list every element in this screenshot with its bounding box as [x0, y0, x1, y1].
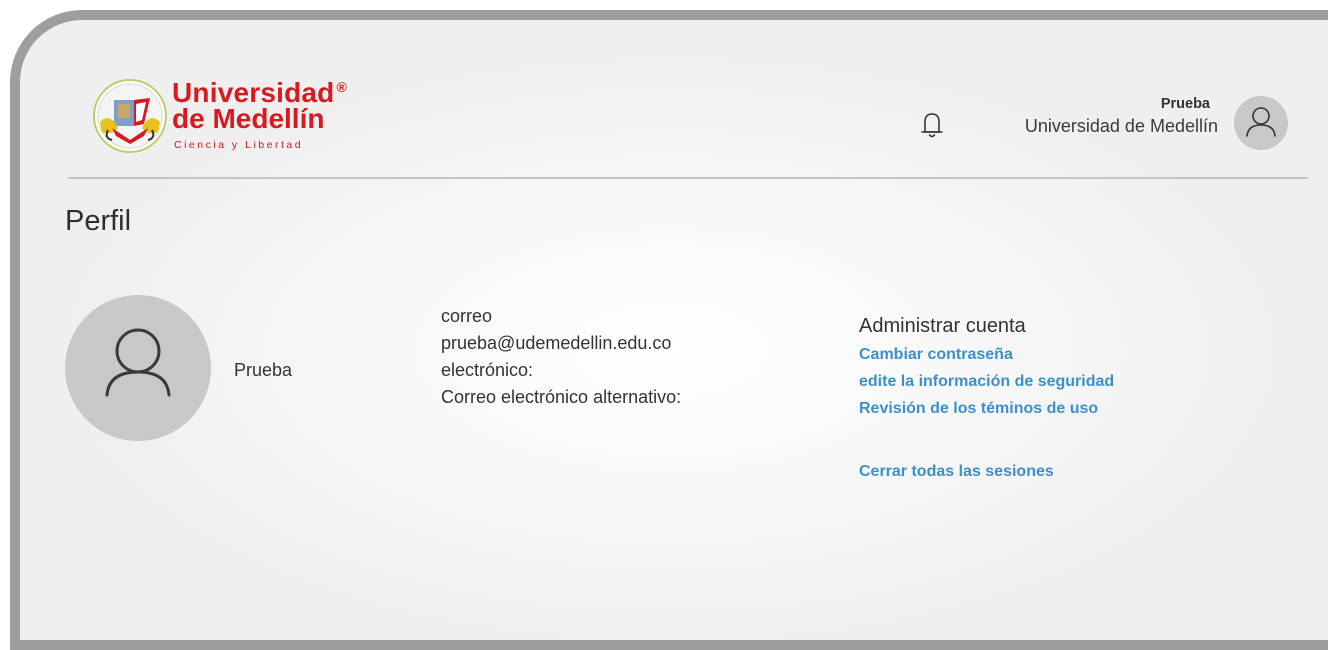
profile-name: Prueba — [234, 360, 293, 380]
user-icon — [105, 328, 171, 397]
page-title: Perfil — [65, 205, 132, 237]
header-user-organization: Universidad de Medellín — [1024, 116, 1218, 136]
app-screen: Universidad ® de Medellín Ciencia y Liber… — [20, 20, 1328, 640]
logo-text-line2: de Medellín — [172, 103, 325, 134]
registered-mark: ® — [336, 79, 347, 95]
email-label-part2: electrónico: — [441, 360, 534, 380]
change-password-link[interactable]: Cambiar contraseña — [859, 341, 1114, 368]
sign-out-all-sessions-link[interactable]: Cerrar todas las sesiones — [859, 458, 1114, 485]
user-icon — [1246, 107, 1276, 137]
header-avatar[interactable] — [1234, 96, 1288, 150]
email-value: prueba@udemedellin.edu.co — [441, 333, 672, 353]
account-management-title: Administrar cuenta — [859, 315, 1026, 337]
university-emblem-icon — [93, 79, 167, 153]
header-user-info[interactable]: Prueba Universidad de Medellín — [898, 94, 1218, 138]
alt-email-label: Correo electrónico alternativo: — [441, 387, 682, 407]
profile-avatar — [65, 295, 211, 441]
logo-tagline: Ciencia y Libertad — [174, 139, 304, 151]
account-management: Administrar cuenta Cambiar contraseña ed… — [859, 311, 1114, 485]
header-user-name: Prueba — [1160, 96, 1210, 112]
review-terms-link[interactable]: Revisión de los téminos de uso — [859, 395, 1114, 422]
profile-email-info: correo prueba@udemedellin.edu.co electró… — [441, 303, 681, 411]
header-divider — [68, 177, 1308, 179]
email-label-part1: correo — [441, 306, 493, 326]
university-logo[interactable]: Universidad ® de Medellín Ciencia y Liber… — [90, 78, 390, 188]
edit-security-info-link[interactable]: edite la información de seguridad — [859, 368, 1114, 395]
